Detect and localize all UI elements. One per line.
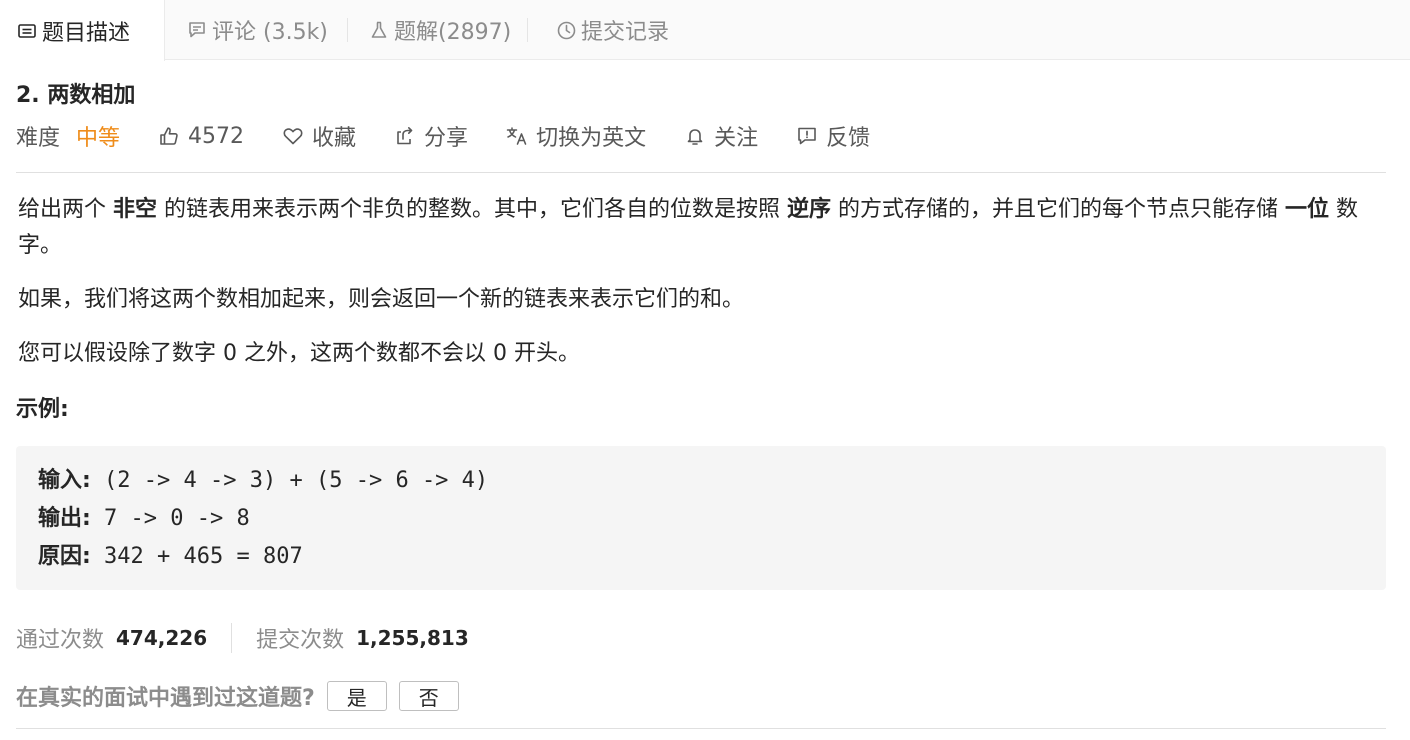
translate-label: 切换为英文 <box>536 126 647 151</box>
feedback-button[interactable]: 反馈 <box>796 120 870 152</box>
description-paragraph: 您可以假设除了数字 0 之外，这两个数都不会以 0 开头。 <box>18 341 580 366</box>
tab-comments[interactable]: 评论 (3.5k) <box>186 0 328 60</box>
example-code-block: 输入: (2 -> 4 -> 3) + (5 -> 6 -> 4) 输出: 7 … <box>16 446 1386 590</box>
submission-stats: 通过次数 474,226 提交次数 1,255,813 <box>16 620 469 656</box>
accepted-count: 474,226 <box>116 626 208 650</box>
difficulty-badge: 中等 <box>76 126 121 151</box>
submissions-count: 1,255,813 <box>356 626 469 650</box>
example-reason-line: 原因: 342 + 465 = 807 <box>38 544 303 569</box>
like-button[interactable]: 4572 <box>158 124 244 149</box>
follow-label: 关注 <box>714 126 759 151</box>
tab-label: 题解(2897) <box>394 20 512 45</box>
emphasis-text: 一位 <box>1285 197 1330 222</box>
description-paragraph: 如果，我们将这两个数相加起来，则会返回一个新的链表来表示它们的和。 <box>18 287 745 312</box>
tab-submissions[interactable]: 提交记录 <box>555 0 669 60</box>
translate-icon <box>506 125 528 147</box>
favorite-label: 收藏 <box>312 126 357 151</box>
example-input-line: 输入: (2 -> 4 -> 3) + (5 -> 6 -> 4) <box>38 468 489 493</box>
tab-solutions[interactable]: 题解(2897) <box>368 0 511 60</box>
like-count: 4572 <box>188 123 245 149</box>
tab-separator <box>347 18 348 42</box>
tab-label: 评论 (3.5k) <box>212 20 328 45</box>
description-paragraph: 给出两个 非空 的链表用来表示两个非负的整数。其中，它们各自的位数是按照 逆序 … <box>18 197 1359 258</box>
example-output-line: 输出: 7 -> 0 -> 8 <box>38 506 250 531</box>
tab-bar: 题目描述 评论 (3.5k) 题解(2897) 提交记录 <box>0 0 1410 61</box>
thumbs-up-icon <box>158 125 180 147</box>
bell-icon <box>684 125 706 147</box>
feedback-label: 反馈 <box>826 126 871 151</box>
share-label: 分享 <box>424 126 469 151</box>
yes-button[interactable]: 是 <box>326 681 387 711</box>
translate-button[interactable]: 切换为英文 <box>506 120 646 152</box>
divider <box>16 728 1386 729</box>
flask-icon <box>368 19 390 41</box>
accepted-label: 通过次数 <box>16 628 105 653</box>
follow-button[interactable]: 关注 <box>684 120 758 152</box>
divider <box>16 172 1386 173</box>
clock-icon <box>555 19 577 41</box>
comment-icon <box>186 19 208 41</box>
emphasis-text: 非空 <box>113 197 158 222</box>
favorite-button[interactable]: 收藏 <box>282 120 356 152</box>
heart-icon <box>282 125 304 147</box>
emphasis-text: 逆序 <box>787 197 832 222</box>
example-heading: 示例: <box>16 397 69 422</box>
problem-title: 2. 两数相加 <box>16 83 136 108</box>
tab-description[interactable]: 题目描述 <box>0 0 165 61</box>
interview-question-text: 在真实的面试中遇到过这道题? <box>16 686 315 711</box>
share-icon <box>394 125 416 147</box>
no-button[interactable]: 否 <box>398 681 459 711</box>
interview-question: 在真实的面试中遇到过这道题? 是 否 <box>16 678 459 714</box>
difficulty-label: 难度 <box>16 126 61 151</box>
share-button[interactable]: 分享 <box>394 120 468 152</box>
feedback-icon <box>796 125 818 147</box>
tab-separator <box>527 18 528 42</box>
submissions-label: 提交次数 <box>256 628 345 653</box>
description-icon <box>16 20 38 42</box>
problem-meta-bar: 难度 中等 4572 收藏 分享 切换为英文 关注 反馈 <box>16 118 908 154</box>
tab-label: 题目描述 <box>42 20 131 46</box>
stats-separator <box>231 623 233 653</box>
tab-label: 提交记录 <box>581 20 670 45</box>
